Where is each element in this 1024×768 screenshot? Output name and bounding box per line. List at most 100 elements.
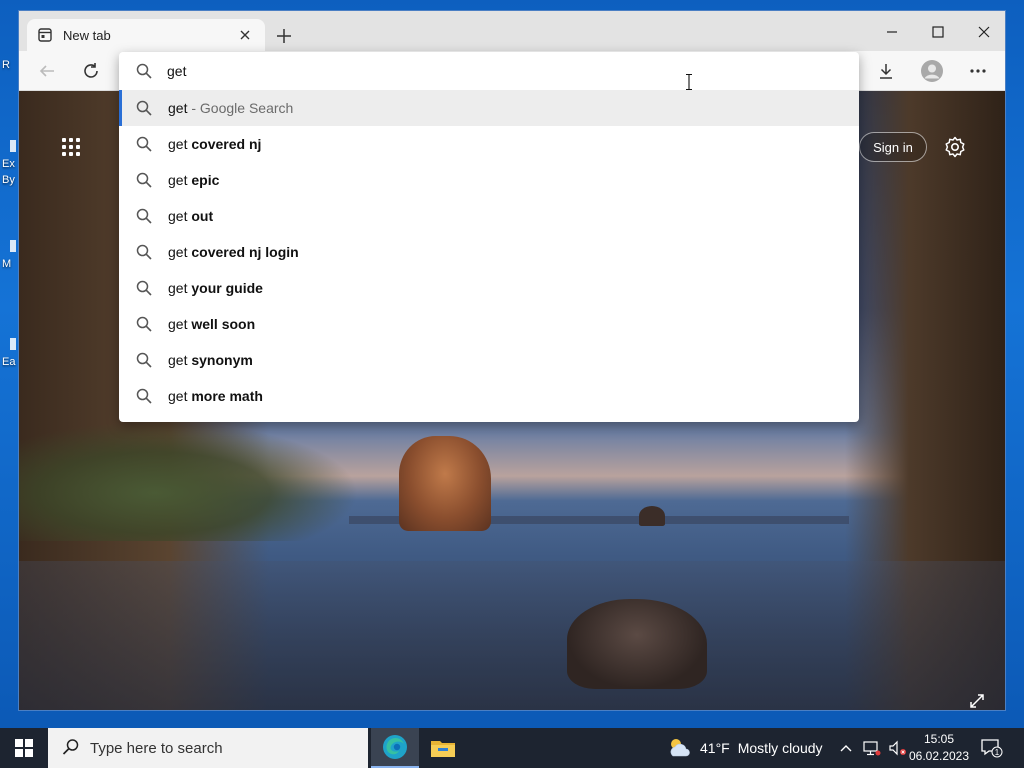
weather-temperature: 41°F bbox=[700, 740, 730, 756]
suggestion-item[interactable]: get covered nj login bbox=[119, 234, 859, 270]
network-icon[interactable] bbox=[862, 738, 882, 758]
cloud-sun-icon bbox=[666, 735, 692, 761]
refresh-button[interactable] bbox=[75, 55, 107, 87]
suggestion-typed-text: get bbox=[168, 280, 188, 296]
suggestion-typed-text: get bbox=[168, 388, 188, 404]
suggestion-completion-text: epic bbox=[191, 172, 220, 188]
suggestion-item[interactable]: get more math bbox=[119, 378, 859, 414]
app-launcher-icon[interactable] bbox=[59, 135, 83, 159]
edge-browser-icon[interactable] bbox=[371, 728, 419, 768]
suggestion-text: get covered nj login bbox=[168, 244, 299, 260]
tab-new-tab[interactable]: New tab bbox=[27, 19, 265, 51]
system-tray bbox=[836, 728, 908, 768]
volume-muted-icon[interactable] bbox=[888, 738, 908, 758]
suggestion-completion-text: covered nj login bbox=[191, 244, 299, 260]
suggestion-list: get - Google Search get covered nj get epi… bbox=[119, 90, 859, 414]
suggestion-text: get out bbox=[168, 208, 213, 224]
suggestion-item[interactable]: get your guide bbox=[119, 270, 859, 306]
search-icon bbox=[136, 63, 152, 79]
desktop-icon-label[interactable]: R bbox=[2, 59, 18, 72]
clock-date: 06.02.2023 bbox=[908, 749, 970, 763]
search-icon bbox=[136, 280, 152, 296]
suggestion-completion-text: out bbox=[191, 208, 214, 224]
suggestion-typed-text: get bbox=[168, 208, 188, 224]
search-icon bbox=[136, 244, 152, 260]
suggestion-item[interactable]: get well soon bbox=[119, 306, 859, 342]
chevron-up-icon[interactable] bbox=[836, 738, 856, 758]
back-button[interactable] bbox=[31, 55, 63, 87]
suggestion-typed-text: get bbox=[168, 136, 188, 152]
suggestion-typed-text: get bbox=[168, 316, 188, 332]
suggestion-text: get your guide bbox=[168, 280, 263, 296]
downloads-button[interactable] bbox=[870, 55, 902, 87]
desktop-icon[interactable] bbox=[10, 240, 16, 252]
desktop-icon-label[interactable]: M bbox=[2, 258, 18, 271]
address-input[interactable] bbox=[167, 61, 767, 81]
profile-avatar[interactable] bbox=[916, 55, 948, 87]
desktop-icon[interactable] bbox=[10, 140, 16, 152]
browser-window: New tab Sign in get get - Google Search … bbox=[18, 10, 1006, 711]
address-bar[interactable] bbox=[119, 52, 859, 91]
gear-icon[interactable] bbox=[941, 133, 969, 161]
search-icon bbox=[136, 208, 152, 224]
background-image bbox=[19, 561, 1005, 710]
suggestion-completion-text: synonym bbox=[191, 352, 253, 368]
new-tab-button[interactable] bbox=[271, 23, 297, 49]
suggestion-text: get well soon bbox=[168, 316, 255, 332]
maximize-button[interactable] bbox=[915, 17, 961, 47]
search-icon bbox=[136, 388, 152, 404]
suggestion-completion-text: covered nj bbox=[191, 136, 262, 152]
tab-title: New tab bbox=[63, 27, 111, 43]
expand-icon[interactable] bbox=[967, 691, 987, 710]
start-button[interactable] bbox=[0, 728, 48, 768]
background-image bbox=[399, 436, 491, 531]
search-icon bbox=[136, 172, 152, 188]
suggestion-typed-text: get bbox=[168, 172, 188, 188]
suggestion-typed-text: get bbox=[168, 244, 188, 260]
suggestion-hint-text: - Google Search bbox=[187, 100, 294, 116]
sign-in-button[interactable]: Sign in bbox=[859, 132, 927, 162]
file-explorer-icon[interactable] bbox=[419, 728, 467, 768]
search-icon bbox=[136, 136, 152, 152]
suggestion-item[interactable]: get covered nj bbox=[119, 126, 859, 162]
suggestion-text: get synonym bbox=[168, 352, 253, 368]
suggestion-text: get more math bbox=[168, 388, 263, 404]
suggestion-typed-text: get bbox=[168, 100, 188, 116]
minimize-button[interactable] bbox=[869, 17, 915, 47]
suggestion-text: get epic bbox=[168, 172, 219, 188]
suggestion-item[interactable]: get out bbox=[119, 198, 859, 234]
desktop-icon-label[interactable]: Ea bbox=[2, 356, 18, 369]
search-icon bbox=[136, 100, 152, 116]
tab-strip: New tab bbox=[19, 11, 1005, 51]
suggestion-completion-text: well soon bbox=[191, 316, 256, 332]
desktop-icon-label[interactable]: Ex bbox=[2, 158, 18, 171]
suggestion-item[interactable]: get epic bbox=[119, 162, 859, 198]
new-tab-page-icon bbox=[37, 27, 53, 43]
system-clock[interactable]: 15:05 06.02.2023 bbox=[906, 731, 972, 765]
text-cursor-icon bbox=[686, 73, 692, 91]
notification-count: 1 bbox=[995, 748, 1000, 757]
search-icon bbox=[62, 738, 80, 759]
search-icon bbox=[136, 316, 152, 332]
desktop-icon-label[interactable]: By bbox=[2, 174, 18, 187]
suggestion-item[interactable]: get - Google Search bbox=[119, 90, 859, 126]
weather-widget[interactable]: 41°F Mostly cloudy bbox=[666, 728, 823, 768]
taskbar-search-box[interactable]: Type here to search bbox=[48, 728, 368, 768]
background-image bbox=[567, 599, 707, 689]
address-bar-dropdown: get - Google Searchget covered njget epi… bbox=[119, 52, 859, 422]
more-options-button[interactable] bbox=[962, 55, 994, 87]
clock-time: 15:05 bbox=[923, 732, 955, 746]
suggestion-text: get covered nj bbox=[168, 136, 261, 152]
desktop-icon[interactable] bbox=[10, 338, 16, 350]
suggestion-completion-text: more math bbox=[191, 388, 263, 404]
search-icon bbox=[136, 352, 152, 368]
taskbar-search-placeholder: Type here to search bbox=[90, 739, 223, 757]
suggestion-typed-text: get bbox=[168, 352, 188, 368]
close-window-button[interactable] bbox=[961, 17, 1005, 47]
suggestion-item[interactable]: get synonym bbox=[119, 342, 859, 378]
suggestion-completion-text: your guide bbox=[191, 280, 263, 296]
background-image bbox=[19, 421, 359, 541]
close-tab-icon[interactable] bbox=[235, 25, 255, 45]
suggestion-text: get - Google Search bbox=[168, 100, 293, 116]
notification-center-icon[interactable]: 1 bbox=[980, 736, 1004, 760]
